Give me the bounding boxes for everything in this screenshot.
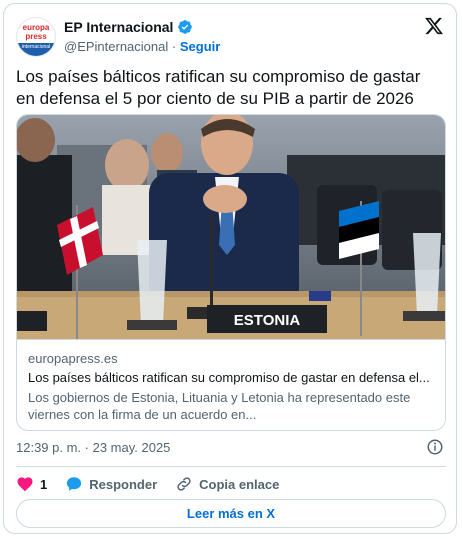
- author-handle[interactable]: @EPinternacional: [64, 39, 168, 54]
- follow-button[interactable]: Seguir: [180, 39, 220, 54]
- link-title[interactable]: Los países bálticos ratifican su comprom…: [28, 370, 433, 385]
- reply-button[interactable]: Responder: [65, 475, 157, 493]
- link-description: Los gobiernos de Estonia, Lituania y Let…: [28, 390, 411, 422]
- tweet-timestamp[interactable]: 12:39 p. m. · 23 may. 2025: [16, 440, 170, 455]
- reply-label: Responder: [89, 476, 158, 492]
- tweet-media-photo[interactable]: ESTONIA: [16, 114, 446, 340]
- tweet-card: europa press internacional EP Internacio…: [3, 3, 457, 534]
- info-icon[interactable]: [426, 438, 444, 456]
- verified-badge-icon: [178, 20, 193, 34]
- link-icon: [177, 477, 191, 491]
- divider: [16, 466, 446, 467]
- author-display-name[interactable]: EP Internacional: [64, 18, 173, 36]
- separator-dot: ·: [171, 39, 177, 54]
- reply-bubble-icon: [67, 477, 82, 491]
- avatar-text-line2: press: [25, 32, 47, 41]
- heart-icon: [17, 477, 33, 492]
- author-name-row: EP Internacional: [64, 18, 193, 36]
- like-button[interactable]: 1: [16, 475, 47, 493]
- avatar-text-line1: europa: [22, 23, 50, 32]
- link-preview-card[interactable]: europapress.es Los países bálticos ratif…: [16, 339, 446, 431]
- copy-link-label: Copia enlace: [199, 476, 280, 492]
- copy-link-button[interactable]: Copia enlace: [175, 475, 279, 493]
- link-domain: europapress.es: [28, 351, 118, 366]
- avatar[interactable]: europa press internacional: [16, 17, 56, 57]
- avatar-band: internacional: [17, 43, 55, 56]
- photo-illustration: ESTONIA: [17, 115, 445, 339]
- nameplate-text: ESTONIA: [234, 312, 301, 329]
- tweet-text: Los países bálticos ratifican su comprom…: [16, 67, 421, 108]
- read-more-button[interactable]: Leer más en X: [16, 499, 446, 528]
- action-bar: 1 Responder Copia enlace: [16, 472, 279, 496]
- x-logo-icon[interactable]: [424, 16, 444, 36]
- author-handle-row: @EPinternacional · Seguir: [64, 38, 220, 56]
- like-count: 1: [40, 476, 48, 492]
